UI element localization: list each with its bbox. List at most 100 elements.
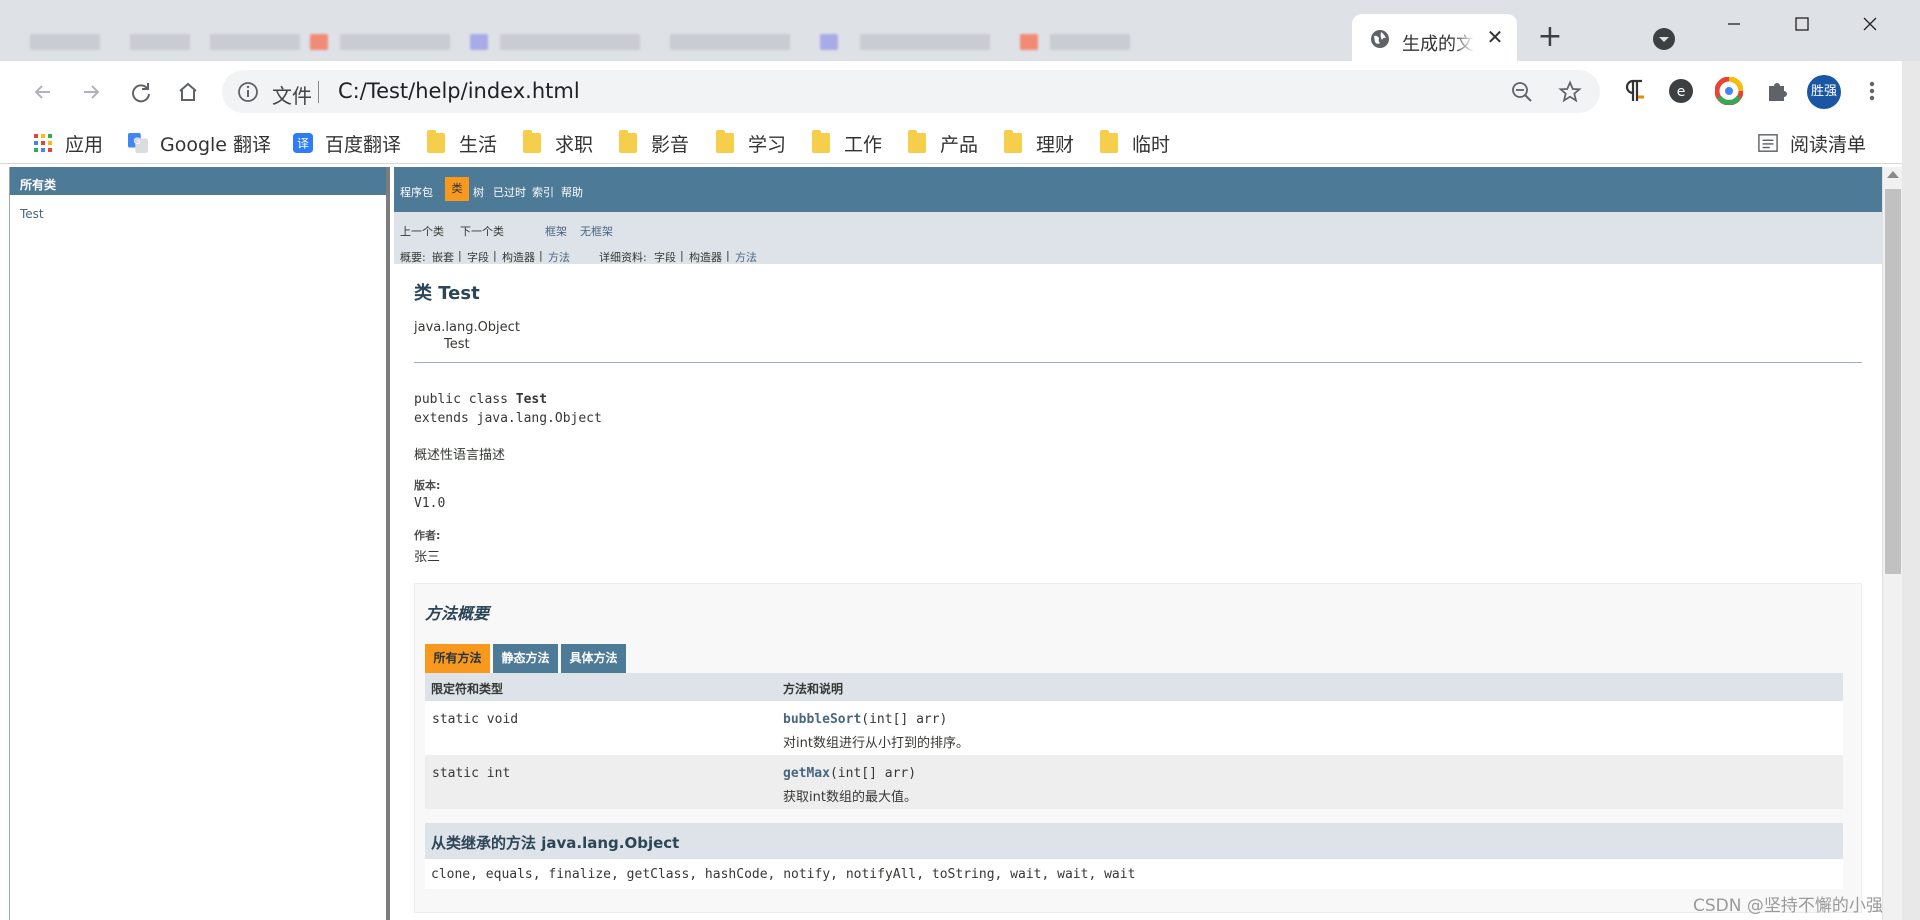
google-translate-icon: G bbox=[128, 133, 148, 153]
scroll-thumb[interactable] bbox=[1885, 189, 1901, 574]
no-frames-link[interactable]: 无框架 bbox=[580, 223, 613, 239]
summary-method-link[interactable]: 方法 bbox=[548, 249, 570, 265]
tab-title: 生成的文 bbox=[1402, 34, 1474, 55]
summary-field: 字段 bbox=[467, 251, 489, 264]
declaration-prefix: public class bbox=[414, 392, 508, 407]
prev-class: 上一个类 bbox=[400, 225, 444, 238]
bookmark-apps[interactable]: 应用 bbox=[33, 128, 103, 158]
scroll-up-icon[interactable] bbox=[1887, 171, 1899, 178]
class-link-test[interactable]: Test bbox=[10, 195, 386, 233]
info-icon[interactable] bbox=[237, 81, 259, 103]
svg-text:e: e bbox=[1677, 84, 1686, 100]
folder-icon bbox=[1004, 130, 1022, 153]
nav-index[interactable]: 索引 bbox=[532, 184, 554, 200]
summary-constructor: 构造器 bbox=[502, 251, 535, 264]
inherited-methods-header: 从类继承的方法 java.lang.Object bbox=[425, 823, 1843, 859]
bookmark-folder-temp[interactable]: 临时 bbox=[1100, 128, 1170, 158]
bookmark-folder-jobs[interactable]: 求职 bbox=[523, 128, 593, 158]
menu-kebab-icon[interactable] bbox=[1858, 77, 1886, 105]
separator: | bbox=[458, 249, 462, 262]
tab-search-icon[interactable] bbox=[1652, 27, 1676, 51]
bookmark-folder-media[interactable]: 影音 bbox=[619, 128, 689, 158]
svg-text:G: G bbox=[133, 137, 140, 147]
separator: | bbox=[680, 249, 684, 262]
tab-static-methods[interactable]: 静态方法 bbox=[493, 644, 558, 673]
inheritance-parent: java.lang.Object bbox=[414, 320, 520, 335]
col-method: 方法和说明 bbox=[783, 682, 844, 696]
nav-deprecated[interactable]: 已过时 bbox=[493, 184, 526, 200]
next-class: 下一个类 bbox=[460, 225, 504, 238]
folder-icon bbox=[716, 130, 734, 153]
bookmark-folder-finance[interactable]: 理财 bbox=[1004, 128, 1074, 158]
table-row: static int getMax(int[] arr) 获取int数组的最大值… bbox=[425, 755, 1843, 809]
inherited-methods-list: clone, equals, finalize, getClass, hashC… bbox=[425, 859, 1843, 889]
tab-concrete-methods[interactable]: 具体方法 bbox=[561, 644, 626, 673]
maximize-icon[interactable] bbox=[1782, 8, 1822, 40]
inherited-method-names: clone, equals, finalize, getClass, hashC… bbox=[431, 867, 1136, 882]
summary-label: 概要: bbox=[400, 251, 426, 264]
bookmark-label: 产品 bbox=[940, 133, 979, 156]
bookmark-folder-products[interactable]: 产品 bbox=[908, 128, 978, 158]
active-tab[interactable]: 生成的文 ✕ bbox=[1352, 14, 1517, 61]
method-link-getmax[interactable]: getMax bbox=[783, 766, 830, 781]
detail-label: 详细资料: bbox=[599, 251, 647, 264]
separator: | bbox=[493, 249, 497, 262]
apps-grid-icon bbox=[34, 134, 52, 152]
method-signature: bubbleSort(int[] arr) bbox=[783, 712, 947, 727]
bookmark-google-translate[interactable]: G Google 翻译 bbox=[128, 128, 271, 158]
class-doc-frame: 程序包 类 树 已过时 索引 帮助 上一个类 下一个类 框架 无框架 概要: 嵌… bbox=[394, 167, 1882, 920]
window-close-icon[interactable] bbox=[1850, 8, 1890, 40]
bookmark-folder-life[interactable]: 生活 bbox=[427, 128, 497, 158]
bookmark-baidu-translate[interactable]: 译 百度翻译 bbox=[293, 128, 401, 158]
tab-all-methods[interactable]: 所有方法 bbox=[425, 644, 490, 673]
baidu-translate-icon: 译 bbox=[293, 133, 313, 153]
pilcrow-extension-icon[interactable] bbox=[1620, 77, 1648, 105]
bookmark-star-icon[interactable] bbox=[1558, 80, 1582, 104]
svg-text:译: 译 bbox=[297, 137, 309, 151]
detail-constructor: 构造器 bbox=[689, 251, 722, 264]
puzzle-extensions-icon[interactable] bbox=[1763, 77, 1791, 105]
nav-package[interactable]: 程序包 bbox=[400, 184, 433, 200]
address-bar[interactable]: 文件 C:/Test/help/index.html bbox=[222, 70, 1600, 113]
separator: | bbox=[539, 249, 543, 262]
nav-tree[interactable]: 树 bbox=[473, 184, 484, 200]
reload-icon[interactable] bbox=[126, 77, 156, 107]
reading-list-button[interactable]: 阅读清单 bbox=[1758, 128, 1866, 158]
folder-icon bbox=[619, 130, 637, 153]
folder-icon bbox=[427, 130, 445, 153]
nav-help[interactable]: 帮助 bbox=[561, 184, 583, 200]
zoom-out-icon[interactable] bbox=[1511, 81, 1533, 103]
method-summary: 方法概要 所有方法 静态方法 具体方法 限定符和类型 方法和说明 static … bbox=[414, 583, 1862, 913]
separator: | bbox=[726, 249, 730, 262]
bookmark-label: 工作 bbox=[844, 133, 883, 156]
method-params: (int[] arr) bbox=[861, 712, 948, 727]
frames-link[interactable]: 框架 bbox=[545, 223, 567, 239]
url-scheme-label: 文件 bbox=[272, 84, 312, 108]
folder-icon bbox=[908, 130, 926, 153]
detail-field: 字段 bbox=[654, 251, 676, 264]
blurred-background-tabs[interactable] bbox=[30, 20, 1330, 54]
class-description: 概述性语言描述 bbox=[414, 448, 506, 463]
page-scrollbar[interactable] bbox=[1882, 167, 1902, 920]
back-icon[interactable] bbox=[28, 77, 58, 107]
url-text[interactable]: C:/Test/help/index.html bbox=[338, 79, 580, 103]
new-tab-button[interactable]: + bbox=[1534, 22, 1566, 54]
profile-avatar[interactable]: 胜强 bbox=[1807, 75, 1841, 109]
edge-extension-icon[interactable]: e bbox=[1667, 77, 1695, 105]
detail-method-link[interactable]: 方法 bbox=[735, 249, 757, 265]
all-classes-frame: 所有类 Test bbox=[10, 167, 390, 920]
bookmark-folder-study[interactable]: 学习 bbox=[716, 128, 786, 158]
bookmark-folder-work[interactable]: 工作 bbox=[812, 128, 882, 158]
tab-close-icon[interactable]: ✕ bbox=[1483, 25, 1507, 49]
minimize-icon[interactable] bbox=[1714, 8, 1754, 40]
method-modifier: static void bbox=[432, 712, 519, 727]
method-description: 对int数组进行从小打到的排序。 bbox=[783, 736, 969, 751]
home-icon[interactable] bbox=[173, 77, 203, 107]
summary-nested: 嵌套 bbox=[432, 251, 454, 264]
reading-list-label: 阅读清单 bbox=[1790, 133, 1867, 156]
table-row: static void bubbleSort(int[] arr) 对int数组… bbox=[425, 701, 1843, 755]
chrome-extension-icon[interactable] bbox=[1715, 77, 1743, 105]
method-link-bubblesort[interactable]: bubbleSort bbox=[783, 712, 861, 727]
forward-icon[interactable] bbox=[76, 77, 106, 107]
window-right-edge bbox=[1902, 61, 1920, 920]
